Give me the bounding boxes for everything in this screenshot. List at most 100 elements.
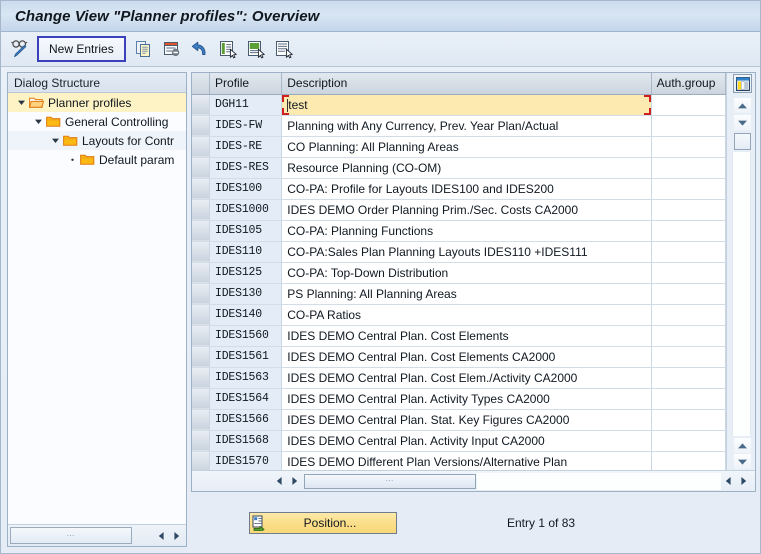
cell-auth-group[interactable] [651,115,726,137]
chevron-down-icon[interactable] [50,135,61,146]
table-row[interactable]: DGH11 test [192,94,726,116]
new-entries-button[interactable]: New Entries [37,36,126,62]
cell-description[interactable]: IDES DEMO Central Plan. Activity Types C… [281,388,652,410]
table-row[interactable]: IDES1561 IDES DEMO Central Plan. Cost Ele… [192,346,726,368]
cell-profile[interactable]: IDES1000 [209,199,283,221]
select-all-icon[interactable] [214,36,242,62]
cell-auth-group[interactable] [651,220,726,242]
cell-description[interactable]: CO-PA Ratios [281,304,652,326]
chevron-down-icon[interactable] [33,116,44,127]
row-select-cell[interactable] [192,304,211,326]
scroll-page-down-button[interactable] [734,454,751,469]
cell-description[interactable]: CO-PA: Top-Down Distribution [281,262,652,284]
grid-hscroll-track[interactable] [477,472,721,490]
cell-description[interactable]: CO Planning: All Planning Areas [281,136,652,158]
cell-profile[interactable]: IDES1570 [209,451,283,470]
cell-auth-group[interactable] [651,94,726,116]
table-row[interactable]: IDES140 CO-PA Ratios [192,304,726,326]
row-select-cell[interactable] [192,241,211,263]
cell-description[interactable]: IDES DEMO Order Planning Prim./Sec. Cost… [281,199,652,221]
delete-row-icon[interactable] [158,36,186,62]
column-header-description[interactable]: Description [281,73,652,95]
tree-item-default-parameters[interactable]: Default param [8,150,186,169]
cell-description[interactable]: Resource Planning (CO-OM) [281,157,652,179]
cell-description[interactable]: Planning with Any Currency, Prev. Year P… [281,115,652,137]
cell-description[interactable]: IDES DEMO Central Plan. Cost Elements [281,325,652,347]
cell-auth-group[interactable] [651,451,726,470]
cell-auth-group[interactable] [651,262,726,284]
row-select-cell[interactable] [192,283,211,305]
scroll-page-up-button[interactable] [734,438,751,453]
table-settings-icon[interactable] [733,74,752,93]
cell-description[interactable]: test [281,94,652,116]
tree-item-layouts-for-controlling[interactable]: Layouts for Contr [8,131,186,150]
table-row[interactable]: IDES1563 IDES DEMO Central Plan. Cost Ele… [192,367,726,389]
scroll-up-button[interactable] [734,98,751,113]
cell-description[interactable]: CO-PA:Sales Plan Planning Layouts IDES11… [281,241,652,263]
cell-auth-group[interactable] [651,157,726,179]
cell-auth-group[interactable] [651,178,726,200]
cell-profile[interactable]: IDES-RES [209,157,283,179]
row-select-cell[interactable] [192,451,211,470]
cell-profile[interactable]: IDES1568 [209,430,283,452]
row-select-cell[interactable] [192,220,211,242]
table-row[interactable]: IDES1570 IDES DEMO Different Plan Version… [192,451,726,470]
position-button[interactable]: Position... [249,512,397,534]
cell-profile[interactable]: IDES140 [209,304,283,326]
scroll-right-button[interactable] [169,528,184,544]
column-header-profile[interactable]: Profile [209,73,283,95]
cell-profile[interactable]: IDES-FW [209,115,283,137]
row-select-cell[interactable] [192,94,211,116]
cell-description[interactable]: IDES DEMO Central Plan. Stat. Key Figure… [281,409,652,431]
cell-profile[interactable]: IDES130 [209,283,283,305]
table-row[interactable]: IDES1568 IDES DEMO Central Plan. Activity… [192,430,726,452]
select-all-column-header[interactable] [192,73,211,95]
cell-profile[interactable]: DGH11 [209,94,283,116]
cell-profile[interactable]: IDES1564 [209,388,283,410]
cell-auth-group[interactable] [651,367,726,389]
cell-profile[interactable]: IDES125 [209,262,283,284]
scroll-down-button[interactable] [734,115,751,130]
table-row[interactable]: IDES-FW Planning with Any Currency, Prev.… [192,115,726,137]
cell-description[interactable]: IDES DEMO Different Plan Versions/Altern… [281,451,652,470]
row-select-cell[interactable] [192,388,211,410]
cell-auth-group[interactable] [651,346,726,368]
cell-description[interactable]: IDES DEMO Central Plan. Cost Elem./Activ… [281,367,652,389]
table-row[interactable]: IDES1560 IDES DEMO Central Plan. Cost Ele… [192,325,726,347]
row-select-cell[interactable] [192,178,211,200]
cell-profile[interactable]: IDES1561 [209,346,283,368]
copy-icon[interactable] [130,36,158,62]
dialog-structure-tree[interactable]: Planner profiles General Controlling Lay… [8,93,186,524]
cell-description[interactable]: CO-PA: Profile for Layouts IDES100 and I… [281,178,652,200]
row-select-cell[interactable] [192,199,211,221]
cell-auth-group[interactable] [651,388,726,410]
table-row[interactable]: IDES1000 IDES DEMO Order Planning Prim./S… [192,199,726,221]
column-header-auth-group[interactable]: Auth.group [651,73,726,95]
cell-profile[interactable]: IDES105 [209,220,283,242]
table-row[interactable]: IDES100 CO-PA: Profile for Layouts IDES10… [192,178,726,200]
cell-auth-group[interactable] [651,199,726,221]
tree-item-planner-profiles[interactable]: Planner profiles [8,93,186,112]
cell-auth-group[interactable] [651,136,726,158]
dialog-structure-hscrollbar[interactable]: ⋯ [8,524,186,546]
cell-profile[interactable]: IDES110 [209,241,283,263]
table-row[interactable]: IDES1564 IDES DEMO Central Plan. Activity… [192,388,726,410]
row-select-cell[interactable] [192,325,211,347]
cell-auth-group[interactable] [651,430,726,452]
cell-auth-group[interactable] [651,283,726,305]
table-row[interactable]: IDES1566 IDES DEMO Central Plan. Stat. Ke… [192,409,726,431]
cell-profile[interactable]: IDES100 [209,178,283,200]
row-select-cell[interactable] [192,430,211,452]
row-select-cell[interactable] [192,409,211,431]
scroll-left-button[interactable] [154,528,169,544]
grid-page-left-button[interactable] [721,473,736,489]
cell-auth-group[interactable] [651,304,726,326]
cell-profile[interactable]: IDES1560 [209,325,283,347]
cell-description[interactable]: CO-PA: Planning Functions [281,220,652,242]
cell-profile[interactable]: IDES-RE [209,136,283,158]
cell-auth-group[interactable] [651,409,726,431]
grid-scroll-left-button[interactable] [272,473,287,489]
cell-profile[interactable]: IDES1563 [209,367,283,389]
row-select-cell[interactable] [192,367,211,389]
chevron-down-icon[interactable] [16,97,27,108]
